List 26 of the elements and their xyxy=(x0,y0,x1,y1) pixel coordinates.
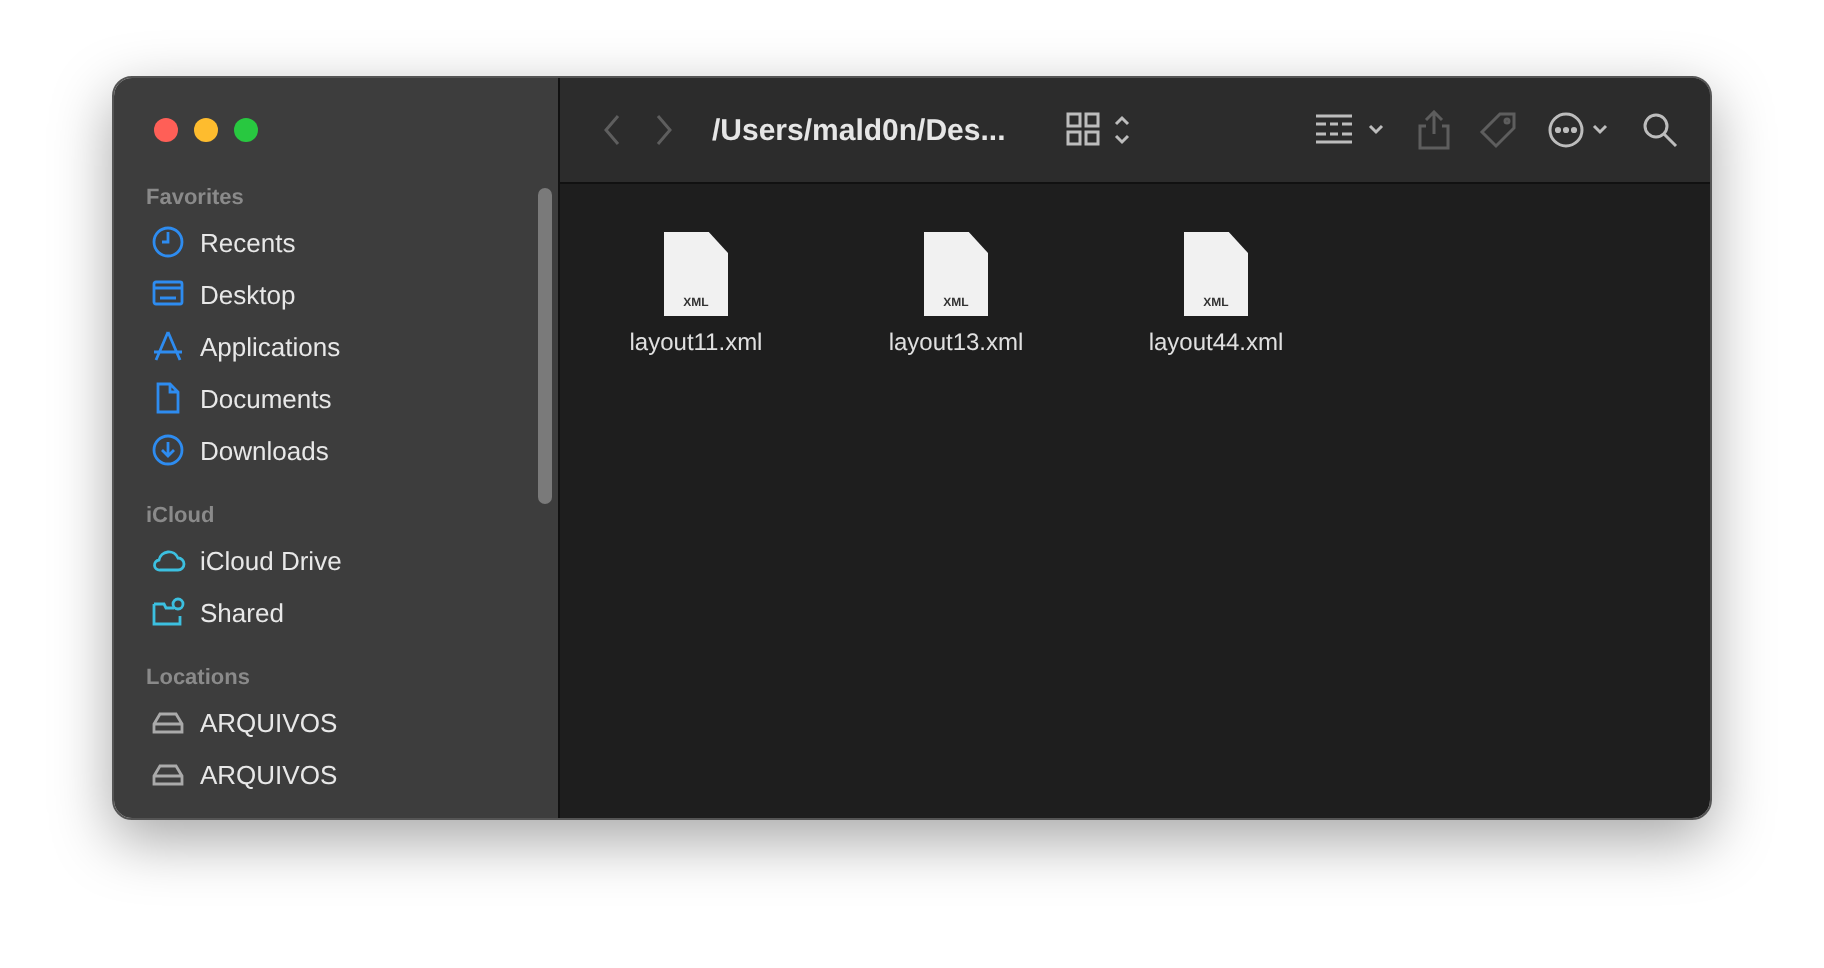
minimize-button[interactable] xyxy=(194,118,218,142)
sidebar-item[interactable]: Desktop xyxy=(138,268,558,320)
window-title: /Users/mald0n/Des... xyxy=(712,113,1006,147)
file-name[interactable]: layout11.xml xyxy=(625,328,767,356)
scrollbar[interactable] xyxy=(538,188,552,504)
sidebar-item[interactable]: ARQUIVOS xyxy=(138,748,558,800)
sidebar-item[interactable]: Shared xyxy=(138,586,558,638)
sidebar-item[interactable]: ARQUIVOS xyxy=(138,696,558,748)
sidebar-item[interactable]: Recents xyxy=(138,216,558,268)
sidebar-item[interactable]: Downloads xyxy=(138,424,558,476)
section-title: Favorites xyxy=(144,184,246,214)
sidebar-item[interactable]: iCloud Drive xyxy=(138,534,558,586)
clock-icon xyxy=(150,224,186,260)
zoom-button[interactable] xyxy=(234,118,258,142)
file-name[interactable]: layout44.xml xyxy=(1144,328,1288,356)
sidebar-item[interactable]: Documents xyxy=(138,372,558,424)
sidebar-item[interactable]: Applications xyxy=(138,320,558,372)
apps-icon xyxy=(150,328,186,364)
section-title: Locations xyxy=(144,664,252,694)
file-name[interactable]: layout13.xml xyxy=(884,328,1028,356)
section-title: iCloud xyxy=(144,502,217,532)
grid-view-icon[interactable] xyxy=(1065,112,1134,148)
shared-folder-icon xyxy=(150,594,186,630)
close-button[interactable] xyxy=(154,118,178,142)
download-icon xyxy=(150,432,186,468)
search-icon[interactable] xyxy=(1642,112,1678,148)
